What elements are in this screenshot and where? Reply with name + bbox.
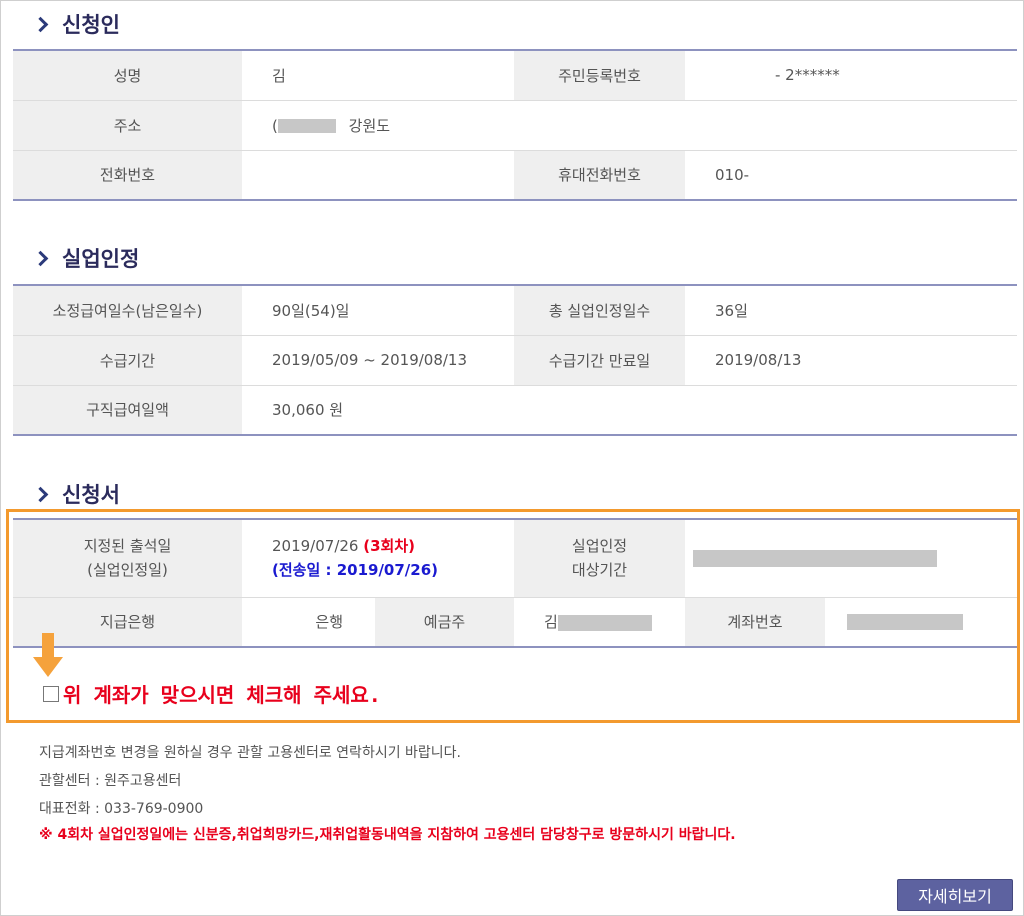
section-title-application: 신청서	[32, 479, 120, 509]
mobile-label: 휴대전화번호	[514, 150, 685, 200]
table-row: 수급기간 2019/05/09 ~ 2019/08/13 수급기간 만료일 20…	[13, 335, 1017, 386]
phone-value	[242, 150, 514, 200]
section-title-applicant: 신청인	[32, 9, 120, 39]
mobile-value: 010-	[685, 150, 1017, 200]
account-label: 계좌번호	[685, 597, 825, 647]
application-table: 지정된 출석일 (실업인정일) 2019/07/26 (3회차) (전송일 : …	[13, 518, 1017, 648]
confirm-row: 위 계좌가 맞으시면 체크해 주세요.	[43, 679, 381, 708]
section-title-applicant-text: 신청인	[62, 13, 120, 37]
address-label: 주소	[13, 100, 242, 151]
target-label: 실업인정 대상기간	[514, 519, 685, 598]
total-label: 총 실업인정일수	[514, 285, 685, 336]
section-title-application-text: 신청서	[62, 483, 120, 507]
address-value: 강원도	[348, 116, 391, 135]
address-cell: ( 강원도	[242, 100, 1017, 151]
chevron-right-icon	[32, 16, 49, 32]
sent-date: (전송일 : 2019/07/26)	[272, 561, 439, 580]
holder-label: 예금주	[375, 597, 514, 647]
detail-button[interactable]: 자세히보기	[897, 879, 1013, 911]
confirm-checkbox[interactable]	[43, 685, 59, 702]
table-row: 성명 김 주민등록번호 - 2******	[13, 50, 1017, 101]
attend-label: 지정된 출석일 (실업인정일)	[13, 519, 242, 598]
account-value	[825, 597, 1017, 647]
rrn-label: 주민등록번호	[514, 50, 685, 101]
attend-label-line2: (실업인정일)	[87, 561, 168, 580]
recognition-table: 소정급여일수(남은일수) 90일(54)일 총 실업인정일수 36일 수급기간 …	[13, 284, 1017, 436]
chevron-right-icon	[32, 486, 49, 502]
table-row: 소정급여일수(남은일수) 90일(54)일 총 실업인정일수 36일	[13, 285, 1017, 336]
holder-name: 김	[544, 613, 558, 632]
down-arrow-icon	[33, 633, 63, 681]
note-line-1: 지급계좌번호 변경을 원하실 경우 관할 고용센터로 연락하시기 바랍니다.	[39, 745, 461, 761]
target-value	[685, 519, 1017, 598]
warning-text: ※ 4회차 실업인정일에는 신분증,취업희망카드,재취업활동내역을 지참하여 고…	[39, 827, 736, 843]
phone-label: 전화번호	[13, 150, 242, 200]
note-line-2: 관할센터 : 원주고용센터	[39, 773, 182, 789]
table-row: 지급은행 은행 예금주 김 계좌번호	[13, 597, 1017, 647]
attend-value: 2019/07/26 (3회차) (전송일 : 2019/07/26)	[242, 519, 514, 598]
redacted-mask	[847, 614, 963, 631]
table-row: 구직급여일액 30,060 원	[13, 385, 1017, 435]
name-label: 성명	[13, 50, 242, 101]
total-value: 36일	[685, 285, 1017, 336]
table-row: 주소 ( 강원도	[13, 100, 1017, 151]
table-row: 지정된 출석일 (실업인정일) 2019/07/26 (3회차) (전송일 : …	[13, 519, 1017, 598]
rrn-value: - 2******	[685, 50, 1017, 101]
days-label: 소정급여일수(남은일수)	[13, 285, 242, 336]
target-label-line1: 실업인정	[571, 537, 628, 556]
attend-label-line1: 지정된 출석일	[83, 537, 172, 556]
applicant-table: 성명 김 주민등록번호 - 2****** 주소 ( 강원도 전화번호 휴대전화…	[13, 49, 1017, 201]
chevron-right-icon	[32, 250, 49, 266]
amount-value: 30,060 원	[242, 385, 1017, 435]
table-row: 전화번호 휴대전화번호 010-	[13, 150, 1017, 200]
bank-value: 은행	[242, 597, 375, 647]
section-title-recognition: 실업인정	[32, 243, 140, 273]
redacted-mask	[693, 550, 937, 568]
name-value: 김	[242, 50, 514, 101]
amount-label: 구직급여일액	[13, 385, 242, 435]
target-label-line2: 대상기간	[571, 561, 628, 580]
note-line-3: 대표전화 : 033-769-0900	[39, 801, 204, 817]
end-value: 2019/08/13	[685, 335, 1017, 386]
holder-value: 김	[514, 597, 685, 647]
redacted-mask	[277, 119, 336, 133]
period-label: 수급기간	[13, 335, 242, 386]
attend-round: (3회차)	[363, 537, 415, 556]
confirm-text: 위 계좌가 맞으시면 체크해 주세요.	[63, 683, 381, 707]
period-value: 2019/05/09 ~ 2019/08/13	[242, 335, 514, 386]
end-label: 수급기간 만료일	[514, 335, 685, 386]
days-value: 90일(54)일	[242, 285, 514, 336]
section-title-recognition-text: 실업인정	[62, 247, 140, 271]
notes-block: 지급계좌번호 변경을 원하실 경우 관할 고용센터로 연락하시기 바랍니다. 관…	[39, 739, 461, 823]
attend-date: 2019/07/26	[272, 537, 359, 556]
redacted-mask	[557, 614, 652, 631]
